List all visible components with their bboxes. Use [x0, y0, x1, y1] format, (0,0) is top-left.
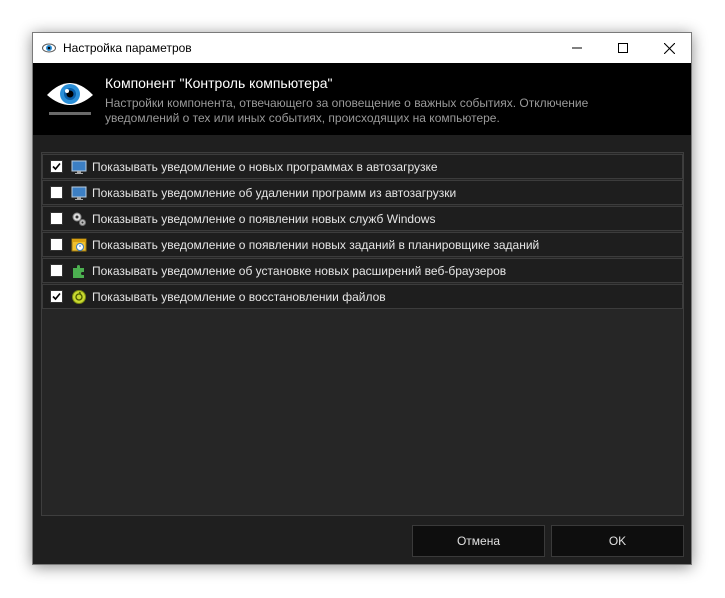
- option-checkbox[interactable]: [50, 160, 63, 173]
- option-checkbox[interactable]: [50, 238, 63, 251]
- restore-icon: [71, 289, 87, 305]
- option-label: Показывать уведомление о появлении новых…: [92, 237, 540, 252]
- eye-icon: [42, 41, 56, 55]
- option-row[interactable]: Показывать уведомление о появлении новых…: [42, 232, 683, 257]
- ok-button[interactable]: OK: [551, 525, 684, 557]
- window-title: Настройка параметров: [63, 41, 192, 55]
- component-description: Настройки компонента, отвечающего за опо…: [105, 96, 589, 125]
- option-row[interactable]: Показывать уведомление об удалении прогр…: [42, 180, 683, 205]
- monitor-icon: [71, 185, 87, 201]
- settings-window: Настройка параметров Компонент "Контроль…: [32, 32, 692, 565]
- eye-logo-icon: [45, 75, 95, 121]
- close-button[interactable]: [646, 33, 691, 63]
- option-checkbox[interactable]: [50, 212, 63, 225]
- maximize-button[interactable]: [600, 33, 646, 63]
- option-label: Показывать уведомление об удалении прогр…: [92, 185, 457, 200]
- minimize-button[interactable]: [554, 33, 600, 63]
- scheduler-icon: [71, 237, 87, 253]
- option-checkbox[interactable]: [50, 186, 63, 199]
- options-list: Показывать уведомление о новых программа…: [41, 152, 684, 516]
- component-header: Компонент "Контроль компьютера" Настройк…: [33, 63, 691, 135]
- monitor-icon: [71, 159, 87, 175]
- checkmark-icon: [52, 162, 61, 171]
- component-title: Компонент "Контроль компьютера": [105, 75, 333, 91]
- cancel-button[interactable]: Отмена: [412, 525, 545, 557]
- option-label: Показывать уведомление об установке новы…: [92, 263, 507, 278]
- option-label: Показывать уведомление о новых программа…: [92, 159, 438, 174]
- title-bar: Настройка параметров: [33, 33, 691, 63]
- gears-icon: [71, 211, 87, 227]
- close-icon: [663, 42, 675, 54]
- option-row[interactable]: Показывать уведомление о появлении новых…: [42, 206, 683, 231]
- option-row[interactable]: Показывать уведомление о новых программа…: [42, 154, 683, 179]
- option-label: Показывать уведомление о восстановлении …: [92, 289, 386, 304]
- option-row[interactable]: Показывать уведомление об установке новы…: [42, 258, 683, 283]
- option-checkbox[interactable]: [50, 264, 63, 277]
- puzzle-icon: [71, 263, 87, 279]
- option-checkbox[interactable]: [50, 290, 63, 303]
- option-row[interactable]: Показывать уведомление о восстановлении …: [42, 284, 683, 309]
- maximize-icon: [618, 43, 628, 53]
- minimize-icon: [572, 47, 582, 49]
- checkmark-icon: [52, 292, 61, 301]
- option-label: Показывать уведомление о появлении новых…: [92, 211, 436, 226]
